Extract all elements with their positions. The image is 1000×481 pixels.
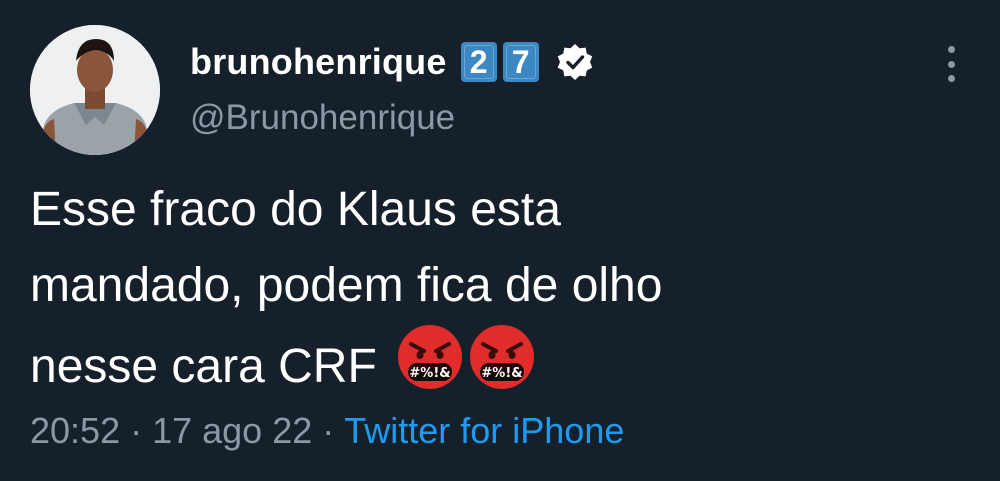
tweet-date[interactable]: 17 ago 22 bbox=[152, 410, 312, 451]
more-dot bbox=[947, 46, 955, 53]
author-row: brunohenrique 2 7 bbox=[190, 40, 595, 84]
tweet-text-line-with-emoji: nesse cara CRF #%!& #%!& bbox=[30, 324, 970, 405]
tweet-source-link[interactable]: Twitter for iPhone bbox=[344, 410, 624, 451]
keycap-digit-seven: 7 bbox=[502, 42, 539, 82]
tweet-text: Esse fraco do Klaus esta mandado, podem … bbox=[30, 172, 970, 405]
more-vertical-icon[interactable] bbox=[940, 44, 962, 84]
tweet-text-line: mandado, podem fica de olho bbox=[30, 259, 663, 312]
tweet-meta: 20:52 · 17 ago 22 · Twitter for iPhone bbox=[30, 410, 624, 452]
face-with-symbols-on-mouth-icon: #%!& bbox=[397, 325, 462, 389]
face-with-symbols-on-mouth-icon: #%!& bbox=[469, 325, 534, 389]
meta-separator: · bbox=[322, 410, 335, 451]
emoji-symbols-text: #%!& bbox=[481, 366, 522, 381]
author-display-name[interactable]: brunohenrique bbox=[190, 41, 447, 83]
tweet-text-line: nesse cara CRF bbox=[30, 340, 377, 393]
meta-separator: · bbox=[130, 410, 143, 451]
tweet-time[interactable]: 20:52 bbox=[30, 410, 120, 451]
avatar-photo bbox=[30, 25, 160, 155]
more-dot bbox=[947, 75, 955, 82]
tweet: brunohenrique 2 7 @Brunohenrique Esse fr… bbox=[0, 0, 1000, 481]
verified-badge-icon bbox=[557, 44, 592, 80]
author-handle[interactable]: @Brunohenrique bbox=[190, 98, 455, 138]
more-dot bbox=[947, 60, 955, 68]
tweet-text-line: Esse fraco do Klaus esta bbox=[30, 183, 561, 236]
emoji-symbols-text: #%!& bbox=[409, 366, 450, 381]
avatar[interactable] bbox=[30, 25, 160, 155]
keycap-digit-two: 2 bbox=[460, 42, 497, 82]
